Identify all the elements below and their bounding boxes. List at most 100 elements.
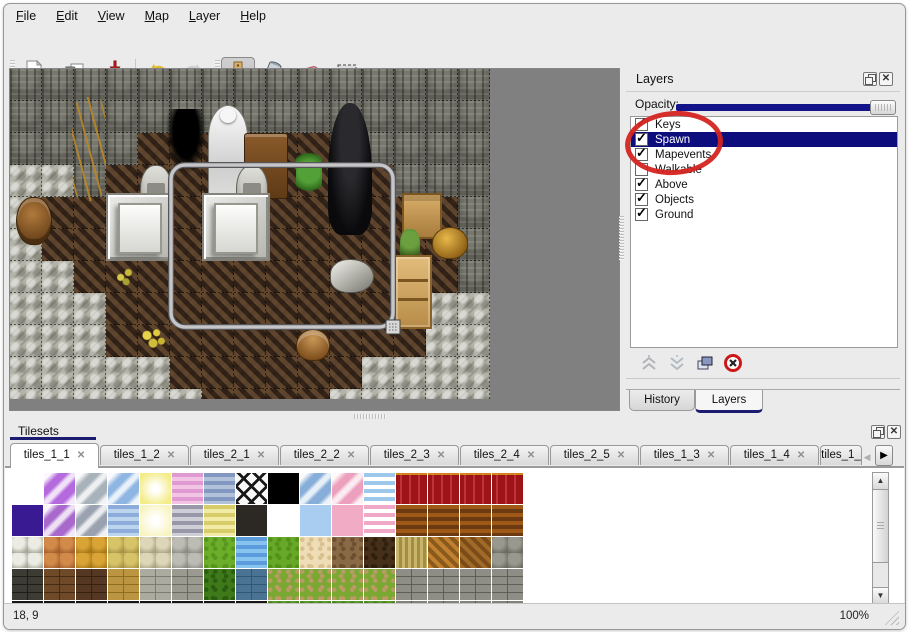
palette-tile[interactable]	[396, 537, 428, 569]
close-panel-icon[interactable]: ✕	[887, 425, 901, 439]
palette-tile[interactable]	[396, 569, 428, 601]
close-tab-icon[interactable]: ✕	[617, 450, 625, 461]
close-tab-icon[interactable]: ✕	[797, 450, 805, 461]
duplicate-layer-button[interactable]	[692, 352, 718, 376]
scrollbar-thumb[interactable]	[872, 489, 889, 563]
palette-tile[interactable]	[236, 505, 268, 537]
palette-tile[interactable]	[492, 505, 524, 537]
palette-tile[interactable]	[140, 505, 172, 537]
palette-tile[interactable]	[492, 473, 524, 505]
palette-tile[interactable]	[204, 569, 236, 601]
palette-tile[interactable]	[428, 537, 460, 569]
menu-layer[interactable]: Layer	[179, 4, 230, 28]
close-tab-icon[interactable]: ✕	[707, 450, 715, 461]
palette-tile[interactable]	[300, 537, 332, 569]
palette-tile[interactable]	[268, 537, 300, 569]
palette-tile[interactable]	[12, 569, 44, 601]
scroll-tabs-right-button[interactable]: ▶	[875, 445, 893, 466]
tileset-tab-tiles_1_2[interactable]: tiles_1_2✕	[100, 445, 189, 465]
palette-tile[interactable]	[44, 473, 76, 505]
tileset-tab-tiles_2_1[interactable]: tiles_2_1✕	[190, 445, 279, 465]
tilesets-panel-title[interactable]: Tilesets	[10, 422, 96, 440]
palette-tile[interactable]	[268, 505, 300, 537]
palette-tile[interactable]	[12, 473, 44, 505]
palette-tile[interactable]	[12, 537, 44, 569]
scroll-tabs-left-icon[interactable]: ◀	[861, 449, 873, 465]
palette-tile[interactable]	[76, 505, 108, 537]
palette-tile[interactable]	[204, 473, 236, 505]
close-tab-icon[interactable]: ✕	[437, 450, 445, 461]
palette-tile[interactable]	[44, 505, 76, 537]
palette-tile[interactable]	[332, 569, 364, 601]
palette-tile[interactable]	[300, 569, 332, 601]
palette-tile[interactable]	[396, 473, 428, 505]
tileset-tab-tiles_2_4[interactable]: tiles_2_4✕	[460, 445, 549, 465]
palette-tile[interactable]	[332, 473, 364, 505]
move-layer-down-button[interactable]	[664, 352, 690, 376]
layer-row-objects[interactable]: Objects	[631, 192, 897, 207]
palette-tile[interactable]	[44, 569, 76, 601]
tab-layers[interactable]: Layers	[695, 390, 763, 413]
scroll-down-icon[interactable]: ▼	[872, 587, 889, 604]
palette-tile[interactable]	[364, 473, 396, 505]
tileset-tab-tiles_1_3[interactable]: tiles_1_3✕	[640, 445, 729, 465]
scroll-up-icon[interactable]: ▲	[872, 472, 889, 490]
layer-row-above[interactable]: Above	[631, 177, 897, 192]
palette-tile[interactable]	[172, 569, 204, 601]
tileset-tab-tiles_1_4[interactable]: tiles_1_4✕	[730, 445, 819, 465]
float-panel-icon[interactable]	[863, 72, 877, 86]
palette-tile[interactable]	[12, 505, 44, 537]
palette-tile[interactable]	[44, 537, 76, 569]
tileset-tab-tiles_1_1[interactable]: tiles_1_1✕	[10, 443, 99, 468]
menu-map[interactable]: Map	[135, 4, 179, 28]
opacity-slider-handle[interactable]	[870, 100, 896, 115]
palette-tile[interactable]	[140, 569, 172, 601]
menu-file[interactable]: File	[6, 4, 46, 28]
palette-tile[interactable]	[108, 569, 140, 601]
close-tab-icon[interactable]: ✕	[77, 450, 85, 461]
tileset-tab-tiles_1[interactable]: tiles_1_	[820, 445, 862, 465]
float-panel-icon[interactable]	[871, 425, 885, 439]
palette-tile[interactable]	[460, 505, 492, 537]
palette-tile[interactable]	[268, 569, 300, 601]
layer-row-mapevents[interactable]: Mapevents	[631, 147, 897, 162]
palette-tile[interactable]	[428, 505, 460, 537]
palette-tile[interactable]	[76, 569, 108, 601]
palette-tile[interactable]	[300, 473, 332, 505]
palette-tile[interactable]	[108, 473, 140, 505]
layer-row-ground[interactable]: Ground	[631, 207, 897, 222]
tileset-tab-tiles_2_3[interactable]: tiles_2_3✕	[370, 445, 459, 465]
palette-tile[interactable]	[236, 473, 268, 505]
tileset-tab-tiles_2_5[interactable]: tiles_2_5✕	[550, 445, 639, 465]
palette-tile[interactable]	[460, 473, 492, 505]
palette-tile[interactable]	[460, 569, 492, 601]
palette-tile[interactable]	[332, 537, 364, 569]
tileset-tab-tiles_2_2[interactable]: tiles_2_2✕	[280, 445, 369, 465]
close-tab-icon[interactable]: ✕	[527, 450, 535, 461]
palette-tile[interactable]	[428, 569, 460, 601]
delete-layer-button[interactable]	[720, 352, 746, 376]
close-panel-icon[interactable]: ✕	[879, 72, 893, 86]
vertical-splitter-handle[interactable]	[619, 216, 624, 260]
move-layer-up-button[interactable]	[636, 352, 662, 376]
layer-row-spawn[interactable]: Spawn	[631, 132, 897, 147]
palette-tile[interactable]	[492, 537, 524, 569]
palette-tile[interactable]	[140, 537, 172, 569]
palette-tile[interactable]	[172, 505, 204, 537]
palette-tile[interactable]	[172, 473, 204, 505]
menu-help[interactable]: Help	[230, 4, 276, 28]
palette-tile[interactable]	[204, 505, 236, 537]
close-tab-icon[interactable]: ✕	[347, 450, 355, 461]
tile-palette[interactable]	[12, 473, 525, 604]
close-tab-icon[interactable]: ✕	[257, 450, 265, 461]
palette-tile[interactable]	[236, 537, 268, 569]
layer-visibility-checkbox[interactable]	[635, 148, 648, 161]
layer-visibility-checkbox[interactable]	[635, 208, 648, 221]
opacity-slider-track[interactable]	[676, 104, 872, 111]
map-canvas[interactable]	[9, 68, 620, 411]
palette-tile[interactable]	[140, 473, 172, 505]
palette-tile[interactable]	[76, 537, 108, 569]
palette-tile[interactable]	[428, 473, 460, 505]
layer-row-walkable[interactable]: Walkable	[631, 162, 897, 177]
palette-tile[interactable]	[108, 505, 140, 537]
